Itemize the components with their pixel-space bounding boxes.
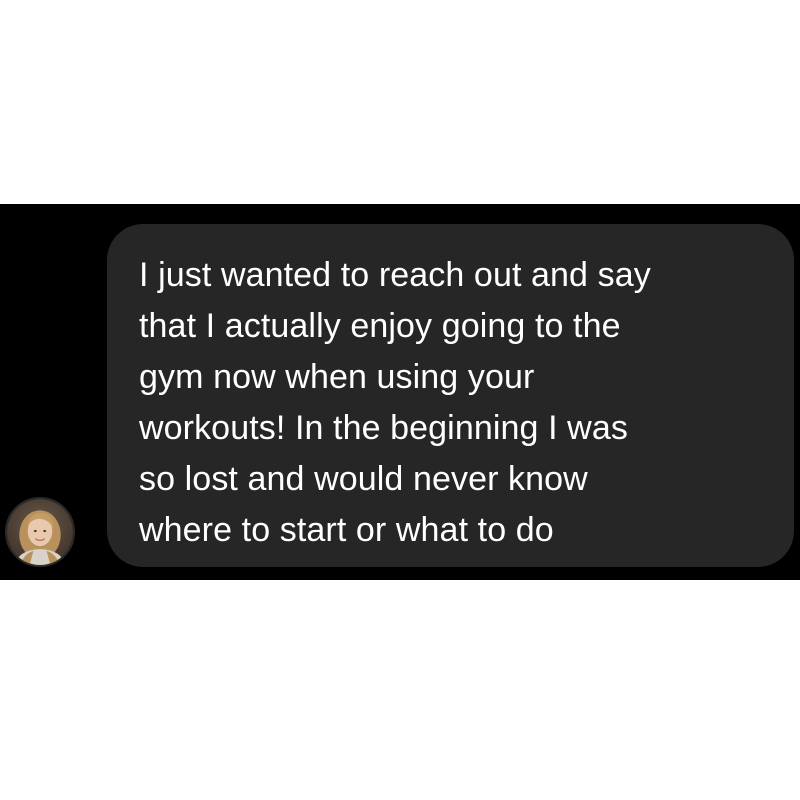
message-text: I just wanted to reach out and say that …	[139, 256, 651, 549]
page: I just wanted to reach out and say that …	[0, 0, 800, 800]
avatar-photo-icon	[7, 499, 73, 565]
sender-avatar[interactable]	[5, 497, 75, 567]
message-bubble[interactable]: I just wanted to reach out and say that …	[107, 224, 794, 567]
